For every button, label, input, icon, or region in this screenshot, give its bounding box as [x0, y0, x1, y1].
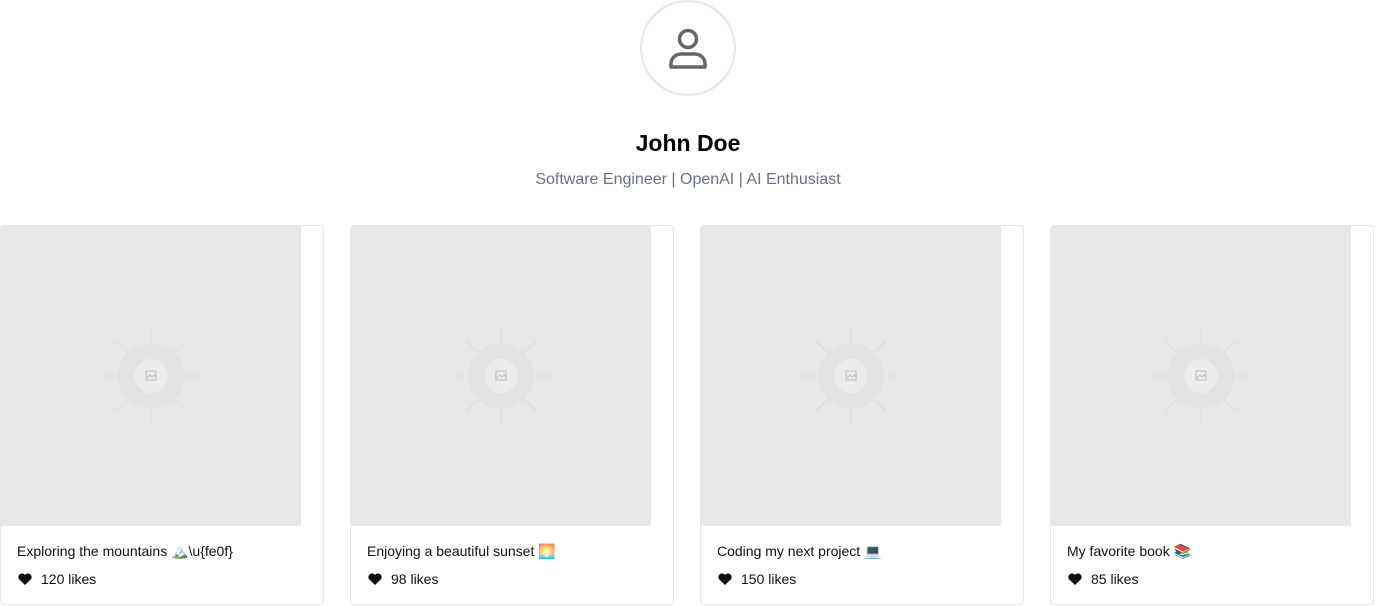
post-caption: Exploring the mountains 🏔️\u{fe0f} [17, 543, 233, 559]
post-likes[interactable]: 150 likes [717, 570, 796, 588]
heart-icon[interactable] [17, 571, 33, 587]
image-placeholder-icon [801, 326, 901, 426]
post-caption: Coding my next project 💻 [717, 543, 882, 559]
post-image[interactable] [1, 226, 301, 526]
profile-header: John Doe Software Engineer | OpenAI | AI… [0, 0, 1376, 225]
post-caption: My favorite book 📚 [1067, 543, 1192, 559]
image-placeholder-icon [101, 326, 201, 426]
post-image[interactable] [701, 226, 1001, 526]
heart-icon[interactable] [717, 571, 733, 587]
post-card[interactable]: Exploring the mountains 🏔️\u{fe0f} 120 l… [0, 225, 324, 605]
post-card[interactable]: Enjoying a beautiful sunset 🌅 98 likes [350, 225, 674, 605]
post-image[interactable] [351, 226, 651, 526]
likes-count: 150 likes [741, 571, 797, 587]
post-card[interactable]: Coding my next project 💻 150 likes [700, 225, 1024, 605]
post-card[interactable]: My favorite book 📚 85 likes [1050, 225, 1374, 605]
post-likes[interactable]: 120 likes [17, 570, 96, 588]
likes-count: 85 likes [1091, 571, 1139, 587]
post-likes[interactable]: 98 likes [367, 570, 438, 588]
heart-icon[interactable] [1067, 571, 1083, 587]
image-placeholder-icon [1151, 326, 1251, 426]
likes-count: 98 likes [391, 571, 439, 587]
profile-bio: Software Engineer | OpenAI | AI Enthusia… [535, 171, 841, 188]
post-image[interactable] [1051, 226, 1351, 526]
likes-count: 120 likes [41, 571, 97, 587]
user-icon [669, 28, 707, 69]
post-likes[interactable]: 85 likes [1067, 570, 1138, 588]
avatar[interactable] [640, 0, 736, 96]
post-caption: Enjoying a beautiful sunset 🌅 [367, 543, 556, 559]
image-placeholder-icon [451, 326, 551, 426]
heart-icon[interactable] [367, 571, 383, 587]
profile-name: John Doe [635, 130, 741, 156]
